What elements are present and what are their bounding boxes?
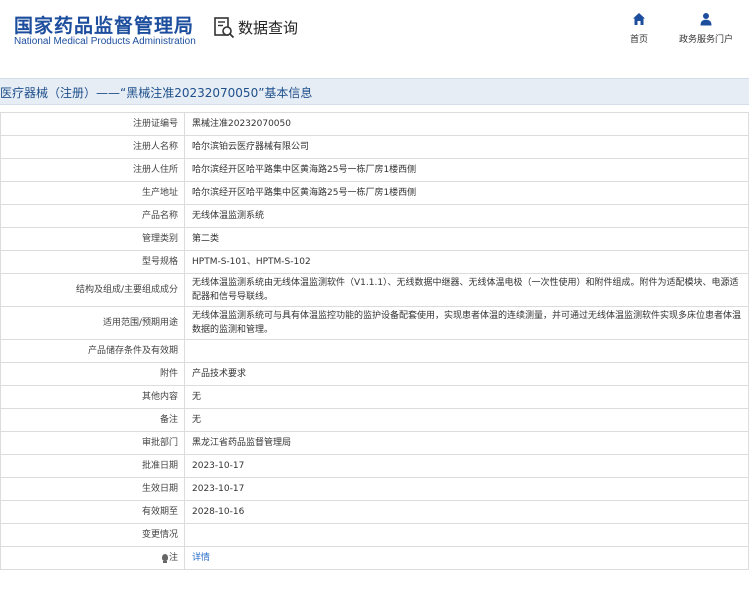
row-value xyxy=(184,339,749,363)
row-value: 无 xyxy=(184,408,749,432)
row-value: 哈尔滨铂云医疗器械有限公司 xyxy=(184,135,749,159)
details-link[interactable]: 详情 xyxy=(192,553,210,563)
table-row: 管理类别 第二类 xyxy=(0,227,749,251)
lightbulb-icon xyxy=(161,554,168,563)
row-label: 有效期至 xyxy=(0,500,185,524)
row-value: 产品技术要求 xyxy=(184,362,749,386)
table-row: 审批部门 黑龙江省药品监督管理局 xyxy=(0,431,749,455)
user-icon xyxy=(700,13,712,26)
note-value: 详情 xyxy=(184,546,749,570)
row-label: 产品储存条件及有效期 xyxy=(0,339,185,363)
row-value-text: 无线体温监测系统可与具有体温监控功能的监护设备配套使用，实现患者体温的连续测量，… xyxy=(192,311,742,335)
row-label: 产品名称 xyxy=(0,204,185,228)
record-title-bar: 内医疗器械（注册）——“黑械注准20232070050”基本信息 xyxy=(0,78,749,105)
row-label: 适用范围/预期用途 xyxy=(0,306,185,340)
note-label-text: 注 xyxy=(168,553,178,563)
table-row: 有效期至 2028-10-16 xyxy=(0,500,749,524)
table-row: 备注 无 xyxy=(0,408,749,432)
row-value: 2023-10-17 xyxy=(184,454,749,478)
row-value: 无 xyxy=(184,385,749,409)
nav-portal-link[interactable]: 政务服务门户 xyxy=(675,12,737,45)
table-row: 注册证编号 黑械注准20232070050 xyxy=(0,112,749,136)
row-label: 生产地址 xyxy=(0,181,185,205)
table-row: 注册人住所 哈尔滨经开区哈平路集中区黄海路25号一栋厂房1楼西侧 xyxy=(0,158,749,182)
row-value: 2028-10-16 xyxy=(184,500,749,524)
site-logo-subtitle: National Medical Products Administration xyxy=(14,36,196,47)
table-row: 其他内容 无 xyxy=(0,385,749,409)
row-value: HPTM-S-101、HPTM-S-102 xyxy=(184,250,749,274)
table-row: 生效日期 2023-10-17 xyxy=(0,477,749,501)
site-logo-title[interactable]: 国家药品监督管理局 xyxy=(14,11,194,38)
device-info-table: 注册证编号 黑械注准20232070050 注册人名称 哈尔滨铂云医疗器械有限公… xyxy=(0,112,749,570)
row-value: 哈尔滨经开区哈平路集中区黄海路25号一栋厂房1楼西侧 xyxy=(184,158,749,182)
table-row: 生产地址 哈尔滨经开区哈平路集中区黄海路25号一栋厂房1楼西侧 xyxy=(0,181,749,205)
row-label: 其他内容 xyxy=(0,385,185,409)
row-value: 黑械注准20232070050 xyxy=(184,112,749,136)
table-row: 注册人名称 哈尔滨铂云医疗器械有限公司 xyxy=(0,135,749,159)
row-value: 2023-10-17 xyxy=(184,477,749,501)
table-row: 附件 产品技术要求 xyxy=(0,362,749,386)
row-label: 附件 xyxy=(0,362,185,386)
page-section-title: 数据查询 xyxy=(238,19,299,37)
site-header: 国家药品监督管理局 National Medical Products Admi… xyxy=(0,0,749,62)
row-label: 注册人住所 xyxy=(0,158,185,182)
row-label: 备注 xyxy=(0,408,185,432)
table-row: 适用范围/预期用途 无线体温监测系统可与具有体温监控功能的监护设备配套使用，实现… xyxy=(0,306,749,340)
row-label: 注册人名称 xyxy=(0,135,185,159)
table-row: 产品名称 无线体温监测系统 xyxy=(0,204,749,228)
table-row: 批准日期 2023-10-17 xyxy=(0,454,749,478)
nav-home-label: 首页 xyxy=(629,35,648,45)
table-row: 变更情况 xyxy=(0,523,749,547)
nav-portal-label: 政务服务门户 xyxy=(678,35,733,45)
row-value xyxy=(184,523,749,547)
row-value: 第二类 xyxy=(184,227,749,251)
row-label: 生效日期 xyxy=(0,477,185,501)
table-row: 结构及组成/主要组成成分 无线体温监测系统由无线体温监测软件（V1.1.1）、无… xyxy=(0,273,749,307)
row-value: 黑龙江省药品监督管理局 xyxy=(184,431,749,455)
row-value: 无线体温监测系统可与具有体温监控功能的监护设备配套使用，实现患者体温的连续测量，… xyxy=(184,306,749,340)
nav-home-link[interactable]: 首页 xyxy=(624,12,654,45)
row-label: 注册证编号 xyxy=(0,112,185,136)
row-value: 无线体温监测系统 xyxy=(184,204,749,228)
row-label: 管理类别 xyxy=(0,227,185,251)
record-title: 内医疗器械（注册）——“黑械注准20232070050”基本信息 xyxy=(0,86,313,100)
table-row-note: 注 详情 xyxy=(0,546,749,570)
row-label: 批准日期 xyxy=(0,454,185,478)
table-row: 型号规格 HPTM-S-101、HPTM-S-102 xyxy=(0,250,749,274)
row-value-text: 无线体温监测系统由无线体温监测软件（V1.1.1）、无线数据中继器、无线体温电极… xyxy=(192,278,739,302)
row-value: 无线体温监测系统由无线体温监测软件（V1.1.1）、无线数据中继器、无线体温电极… xyxy=(184,273,749,307)
row-label: 审批部门 xyxy=(0,431,185,455)
row-label: 型号规格 xyxy=(0,250,185,274)
row-value: 哈尔滨经开区哈平路集中区黄海路25号一栋厂房1楼西侧 xyxy=(184,181,749,205)
row-label: 变更情况 xyxy=(0,523,185,547)
document-search-icon xyxy=(214,17,235,39)
note-label: 注 xyxy=(0,546,185,570)
row-label: 结构及组成/主要组成成分 xyxy=(0,273,185,307)
table-row: 产品储存条件及有效期 xyxy=(0,339,749,363)
home-icon xyxy=(633,13,645,25)
